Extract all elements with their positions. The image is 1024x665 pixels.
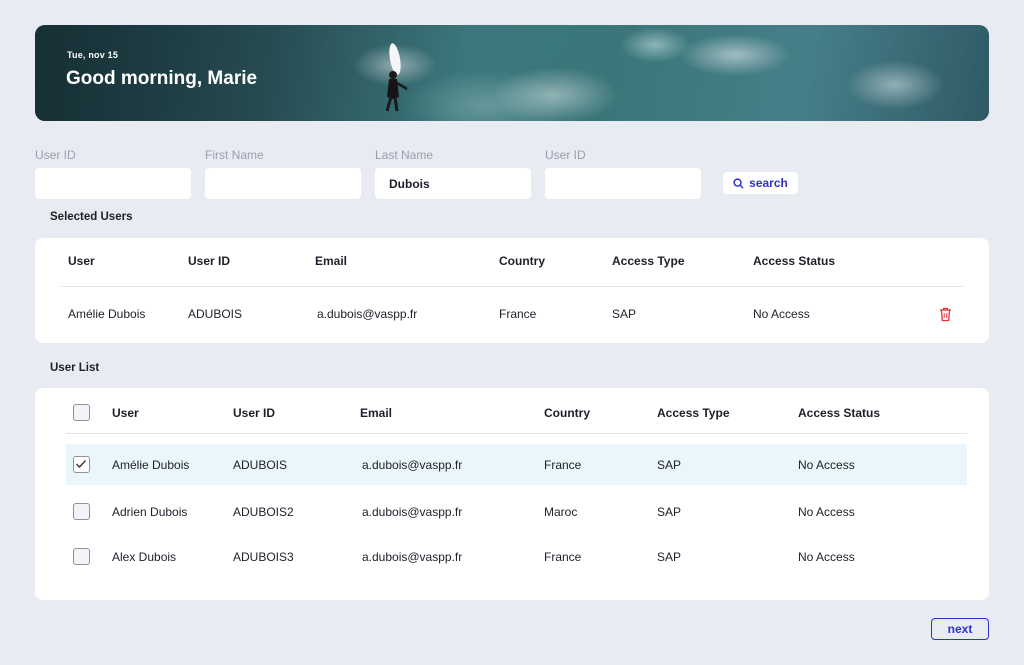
cell-user-id: ADUBOIS2	[233, 505, 294, 519]
column-header: Country	[544, 406, 590, 420]
cell-access-type: SAP	[612, 307, 637, 321]
cell-access-type: SAP	[657, 458, 682, 472]
table-row[interactable]: Adrien Dubois ADUBOIS2 a.dubois@vaspp.fr…	[35, 498, 989, 526]
column-header: Access Type	[657, 406, 730, 420]
search-button-label: search	[749, 176, 788, 190]
cell-user-id: ADUBOIS	[188, 307, 243, 321]
row-checkbox[interactable]	[73, 548, 90, 565]
cell-user: Amélie Dubois	[112, 458, 190, 472]
header-divider	[61, 286, 964, 287]
column-header: Email	[315, 254, 348, 268]
filter-label: First Name	[205, 148, 264, 162]
search-icon	[733, 177, 744, 189]
table-row[interactable]: Alex Dubois ADUBOIS3 a.dubois@vaspp.fr F…	[35, 543, 989, 571]
cell-access-type: SAP	[657, 505, 682, 519]
column-header: Access Status	[753, 254, 836, 268]
cell-country: France	[544, 550, 582, 564]
table-row: Amélie Dubois ADUBOIS a.dubois@vaspp.fr …	[35, 300, 989, 328]
filter-label: Last Name	[375, 148, 434, 162]
column-header: Access Type	[612, 254, 685, 268]
cell-country: Maroc	[544, 505, 578, 519]
cell-access-status: No Access	[798, 505, 855, 519]
column-header: User	[68, 254, 95, 268]
column-header: Email	[360, 406, 393, 420]
cell-user-id: ADUBOIS	[233, 458, 288, 472]
cell-access-status: No Access	[753, 307, 810, 321]
last-name-input[interactable]: Dubois	[375, 168, 531, 199]
column-header: User ID	[188, 254, 231, 268]
user-id-input-2[interactable]	[545, 168, 701, 199]
column-header: User ID	[233, 406, 276, 420]
header-divider	[66, 433, 967, 434]
greeting-title: Good morning, Marie	[66, 68, 258, 89]
filter-label: User ID	[35, 148, 76, 162]
cell-country: France	[544, 458, 582, 472]
cell-access-status: No Access	[798, 458, 855, 472]
filter-first-name: First Name	[205, 148, 361, 199]
filter-last-name: Last Name Dubois	[375, 148, 531, 199]
user-list-header: User User ID Email Country Access Type A…	[35, 399, 989, 427]
row-checkbox-checked[interactable]	[73, 456, 90, 473]
first-name-input[interactable]	[205, 168, 361, 199]
column-header: Country	[499, 254, 545, 268]
cell-email: a.dubois@vaspp.fr	[317, 307, 418, 321]
table-row[interactable]: Amélie Dubois ADUBOIS a.dubois@vaspp.fr …	[35, 451, 989, 479]
cell-email: a.dubois@vaspp.fr	[362, 458, 463, 472]
column-header: User	[112, 406, 139, 420]
cell-access-status: No Access	[798, 550, 855, 564]
filter-label: User ID	[545, 148, 586, 162]
cell-email: a.dubois@vaspp.fr	[362, 505, 463, 519]
cell-user: Alex Dubois	[112, 550, 177, 564]
trash-icon[interactable]	[939, 307, 952, 322]
cell-user-id: ADUBOIS3	[233, 550, 294, 564]
cell-email: a.dubois@vaspp.fr	[362, 550, 463, 564]
cell-user: Amélie Dubois	[68, 307, 146, 321]
selected-users-card: User User ID Email Country Access Type A…	[35, 238, 989, 343]
selected-users-title: Selected Users	[50, 211, 133, 223]
filter-user-id: User ID	[35, 148, 191, 199]
header-date: Tue, nov 15	[67, 50, 119, 60]
cell-country: France	[499, 307, 537, 321]
select-all-checkbox[interactable]	[73, 404, 90, 421]
header-banner: Tue, nov 15 Good morning, Marie	[35, 25, 989, 121]
cell-access-type: SAP	[657, 550, 682, 564]
next-button[interactable]: next	[931, 618, 989, 640]
selected-users-header: User User ID Email Country Access Type A…	[35, 247, 989, 275]
user-list-card: User User ID Email Country Access Type A…	[35, 388, 989, 600]
row-checkbox[interactable]	[73, 503, 90, 520]
user-id-input[interactable]	[35, 168, 191, 199]
cell-user: Adrien Dubois	[112, 505, 188, 519]
check-icon	[75, 459, 87, 469]
user-list-title: User List	[50, 362, 100, 374]
surfer-image	[385, 43, 408, 112]
search-button[interactable]: search	[723, 172, 798, 194]
filter-user-id-2: User ID	[545, 148, 701, 199]
column-header: Access Status	[798, 406, 881, 420]
